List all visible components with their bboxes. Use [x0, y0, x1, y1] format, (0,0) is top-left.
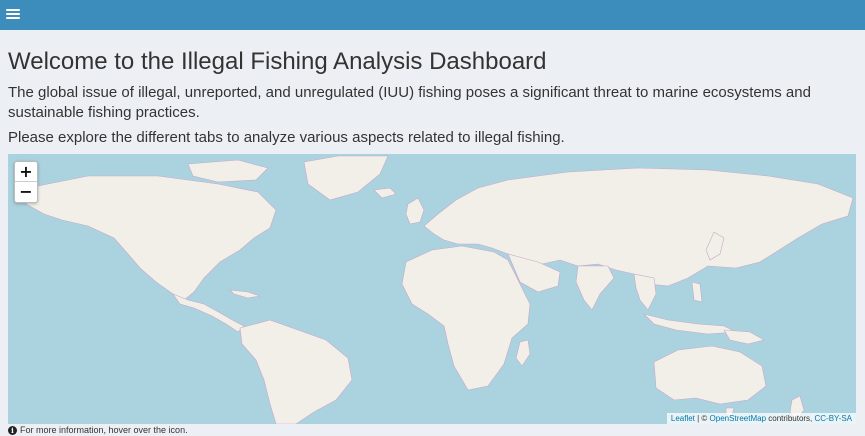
- map-attribution: Leaflet | © OpenStreetMap contributors, …: [666, 413, 856, 424]
- attribution-separator: | ©: [694, 414, 710, 423]
- greenland-landmass: [303, 155, 389, 201]
- british-isles: [405, 197, 425, 225]
- zoom-in-button[interactable]: +: [15, 162, 37, 182]
- arctic-islands: [187, 159, 269, 183]
- info-icon[interactable]: i: [8, 425, 17, 435]
- zoom-control: + −: [14, 161, 38, 203]
- hamburger-icon[interactable]: [6, 8, 20, 20]
- footer-text: For more information, hover over the ico…: [20, 425, 188, 435]
- license-link[interactable]: CC-BY-SA: [815, 414, 853, 423]
- openstreetmap-link[interactable]: OpenStreetMap: [710, 414, 766, 423]
- page-title: Welcome to the Illegal Fishing Analysis …: [8, 48, 547, 75]
- world-map[interactable]: + − Leaflet | © OpenStreetMap contributo…: [8, 154, 856, 424]
- india-landmass: [575, 265, 615, 311]
- caribbean-islands: [229, 289, 261, 299]
- south-america-landmass: [239, 319, 353, 424]
- attribution-contributors: contributors,: [766, 414, 815, 423]
- top-navbar: [0, 0, 865, 30]
- intro-text: The global issue of illegal, unreported,…: [8, 84, 811, 121]
- philippines: [691, 281, 703, 303]
- australia-landmass: [653, 345, 767, 405]
- north-america-landmass: [25, 175, 277, 301]
- africa-landmass: [401, 245, 531, 391]
- southeast-asia-landmass: [633, 273, 657, 311]
- new-guinea: [723, 329, 765, 345]
- explore-text: Please explore the different tabs to ana…: [8, 129, 565, 146]
- map-tiles: [25, 155, 854, 424]
- leaflet-link[interactable]: Leaflet: [671, 414, 695, 423]
- iceland: [373, 187, 397, 199]
- madagascar: [515, 339, 531, 367]
- zoom-out-button[interactable]: −: [15, 182, 37, 202]
- maritime-southeast-asia: [643, 313, 738, 335]
- footer-note: i For more information, hover over the i…: [8, 424, 188, 436]
- central-america-landmass: [172, 293, 245, 333]
